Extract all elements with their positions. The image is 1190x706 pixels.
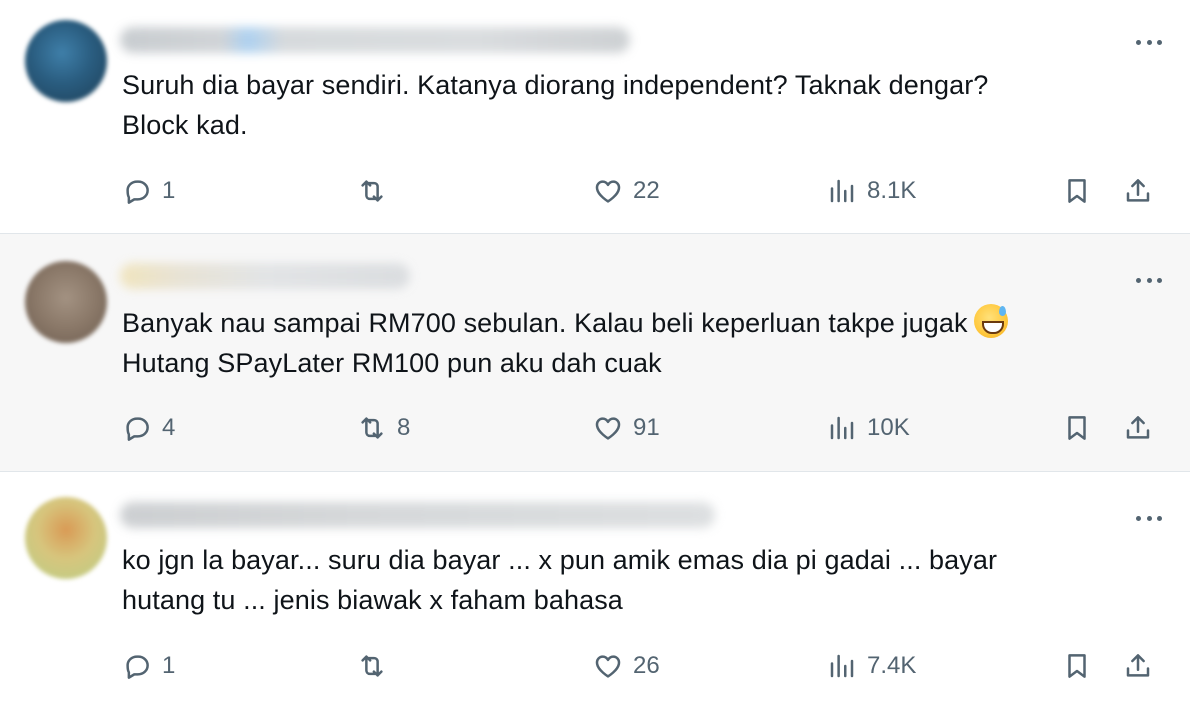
reply-count: 1: [162, 652, 176, 679]
bookmark-icon: [1068, 654, 1086, 678]
avatar[interactable]: [25, 261, 107, 343]
tweet-text-line: hutang tu ... jenis biawak x faham bahas…: [122, 585, 623, 615]
bookmark-button[interactable]: [1062, 408, 1092, 448]
reply-count: 1: [162, 177, 176, 204]
avatar[interactable]: [25, 497, 107, 579]
reply-button[interactable]: 4: [122, 408, 175, 448]
tweet-text-line: ko jgn la bayar... suru dia bayar ... x …: [122, 545, 998, 575]
tweet-text-line: Block kad.: [122, 110, 248, 140]
views-icon: [830, 654, 854, 678]
share-button[interactable]: [1123, 646, 1153, 686]
retweet-button[interactable]: 8: [357, 408, 410, 448]
tweet-text-line: Hutang SPayLater RM100 pun aku dah cuak: [122, 348, 662, 378]
reply-button[interactable]: 1: [122, 646, 175, 686]
retweet-icon: [361, 417, 383, 439]
action-bar: 4 8 91 10K: [0, 408, 1190, 448]
views-icon: [830, 179, 854, 203]
reply-icon: [126, 417, 149, 441]
share-icon: [1126, 416, 1150, 439]
reply-icon: [126, 655, 149, 679]
bookmark-button[interactable]: [1062, 171, 1092, 211]
action-bar: 1 26 7.4K: [0, 646, 1190, 686]
views-count: 7.4K: [867, 652, 917, 679]
share-icon: [1126, 654, 1150, 677]
avatar[interactable]: [25, 20, 107, 102]
retweet-icon: [361, 180, 383, 202]
like-button[interactable]: 91: [593, 408, 660, 448]
like-button[interactable]: 22: [593, 171, 660, 211]
more-icon[interactable]: [1134, 270, 1164, 290]
like-count: 22: [633, 177, 660, 204]
action-bar: 1 22 8.1K: [0, 171, 1190, 211]
views-button[interactable]: 8.1K: [827, 171, 916, 211]
more-icon[interactable]: [1134, 32, 1164, 52]
share-button[interactable]: [1123, 408, 1153, 448]
reply-tweet[interactable]: Banyak nau sampai RM700 sebulan. Kalau b…: [0, 234, 1190, 472]
bookmark-icon: [1068, 416, 1086, 440]
reply-button[interactable]: 1: [122, 171, 175, 211]
heart-icon: [595, 655, 621, 678]
like-count: 91: [633, 414, 660, 441]
like-button[interactable]: 26: [593, 646, 660, 686]
tweet-text: Banyak nau sampai RM700 sebulan. Kalau b…: [122, 303, 1132, 383]
reply-tweet[interactable]: ko jgn la bayar... suru dia bayar ... x …: [0, 472, 1190, 706]
tweet-text: Suruh dia bayar sendiri. Katanya diorang…: [122, 65, 1132, 145]
grinning-face-with-sweat-emoji: [973, 304, 1008, 338]
share-button[interactable]: [1123, 171, 1153, 211]
heart-icon: [595, 180, 621, 203]
tweet-text-line: Banyak nau sampai RM700 sebulan. Kalau b…: [122, 303, 1132, 343]
bookmark-icon: [1068, 179, 1086, 203]
blurred-username[interactable]: [120, 27, 630, 53]
tweet-text-line: Suruh dia bayar sendiri. Katanya diorang…: [122, 70, 989, 100]
views-button[interactable]: 7.4K: [827, 646, 916, 686]
tweet-text-segment: Banyak nau sampai RM700 sebulan. Kalau b…: [122, 308, 968, 338]
share-icon: [1126, 179, 1150, 202]
reply-icon: [126, 180, 149, 204]
heart-icon: [595, 417, 621, 440]
blurred-username[interactable]: [120, 502, 715, 528]
blurred-username[interactable]: [120, 263, 410, 289]
retweet-button[interactable]: [357, 171, 397, 211]
tweet-text: ko jgn la bayar... suru dia bayar ... x …: [122, 540, 1132, 620]
views-count: 10K: [867, 414, 910, 441]
retweet-count: 8: [397, 414, 411, 441]
views-count: 8.1K: [867, 177, 917, 204]
views-icon: [830, 416, 854, 440]
retweet-button[interactable]: [357, 646, 397, 686]
reply-tweet[interactable]: Suruh dia bayar sendiri. Katanya diorang…: [0, 0, 1190, 234]
more-icon[interactable]: [1134, 508, 1164, 528]
replies-feed: Suruh dia bayar sendiri. Katanya diorang…: [0, 0, 1190, 706]
like-count: 26: [633, 652, 660, 679]
reply-count: 4: [162, 414, 176, 441]
bookmark-button[interactable]: [1062, 646, 1092, 686]
retweet-icon: [361, 655, 383, 677]
views-button[interactable]: 10K: [827, 408, 910, 448]
